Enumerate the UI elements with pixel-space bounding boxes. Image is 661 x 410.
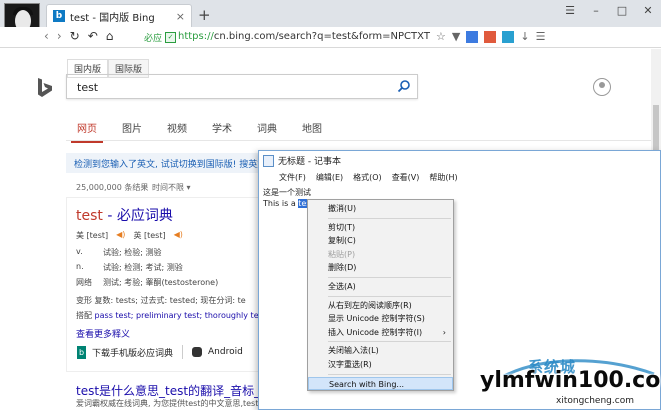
menu-icon[interactable]: ☰: [563, 4, 577, 17]
definition-row: v. 试验; 检验; 测验: [76, 247, 162, 257]
nav-buttons: ‹ › ↻ ↶ ⌂: [44, 29, 113, 43]
maximize-button[interactable]: □: [615, 4, 629, 17]
context-menu-item[interactable]: Search with Bing...: [308, 376, 453, 391]
bing-dictionary-app-icon: b: [77, 345, 86, 359]
home-icon[interactable]: ⌂: [106, 29, 114, 43]
forward-icon[interactable]: ›: [57, 29, 62, 43]
menu-separator: [328, 276, 451, 278]
context-menu-item[interactable]: 插入 Unicode 控制字符(I) ›: [308, 326, 453, 340]
menu-edit[interactable]: 编辑(E): [316, 172, 343, 183]
tab-title: test - 国内版 Bing: [70, 12, 155, 24]
result-count: 25,000,000 条结果: [76, 183, 149, 192]
speaker-icon[interactable]: ◀): [116, 230, 125, 241]
app-download-link[interactable]: 下载手机版必应词典: [92, 346, 173, 359]
scope-divider: [66, 140, 661, 141]
speaker-icon[interactable]: ◀): [174, 230, 183, 241]
scope-videos[interactable]: 视频: [167, 120, 187, 135]
menu-separator: [328, 341, 451, 343]
lock-icon: ✓: [165, 31, 177, 43]
extension-icon[interactable]: [502, 30, 515, 43]
context-menu-item[interactable]: 撤消(U): [308, 202, 453, 216]
more-definitions-link[interactable]: 查看更多释义: [76, 327, 130, 340]
browser-toolbar: ‹ › ↻ ↶ ⌂ 必应 ✓ https://cn.bing.com/searc…: [0, 27, 661, 48]
notepad-title: 无标题 - 记事本: [278, 157, 341, 167]
bing-favicon-icon: b: [53, 10, 65, 22]
scope-nav: 网页 图片 视频 学术 词典 地图: [71, 120, 322, 143]
context-menu-item[interactable]: 删除(D): [308, 261, 453, 275]
definition-row: 网络 测试; 考验; 睾酮(testosterone): [76, 278, 219, 287]
search-query: test: [77, 81, 99, 94]
close-window-button[interactable]: ✕: [641, 4, 655, 17]
reload-icon[interactable]: ↻: [70, 29, 80, 43]
browser-tab[interactable]: b test - 国内版 Bing ×: [46, 4, 192, 27]
time-filter[interactable]: 时间不限 ▾: [152, 182, 191, 193]
undo-icon[interactable]: ↶: [88, 29, 98, 43]
url-text: cn.bing.com/search?q=test&form=NPCTXT: [213, 31, 430, 42]
result-snippet: 爱词霸权威在线词典, 为您提供test的中文意思,test的: [76, 399, 267, 408]
secure-indicator[interactable]: 必应 ✓: [144, 29, 179, 45]
context-menu-item[interactable]: 显示 Unicode 控制字符(S): [308, 312, 453, 326]
menu-separator: [328, 217, 451, 219]
window-controls: ☰ – □ ✕: [563, 4, 655, 17]
scope-dictionary[interactable]: 词典: [257, 120, 277, 135]
menu-separator: [328, 373, 451, 375]
bing-logo-icon[interactable]: [36, 77, 54, 99]
dropdown-icon[interactable]: ▼: [452, 30, 460, 43]
context-menu-item[interactable]: 汉字重选(R): [308, 358, 453, 372]
address-bar[interactable]: https://cn.bing.com/search?q=test&form=N…: [178, 29, 431, 45]
menu-separator: [328, 295, 451, 297]
search-icon[interactable]: [397, 79, 411, 93]
context-menu-item[interactable]: 剪切(T): [308, 221, 453, 235]
minimize-button[interactable]: –: [589, 4, 603, 17]
new-tab-button[interactable]: +: [198, 6, 211, 24]
download-icon[interactable]: ↓: [520, 30, 529, 43]
text-line: 这是一个测试: [263, 188, 311, 197]
context-menu-item[interactable]: 关闭输入法(L): [308, 344, 453, 358]
watermark-subtext: xitongcheng.com: [556, 396, 634, 406]
uk-phonetic: 英 [test]: [133, 231, 166, 240]
phonetics: 美 [test] ◀) 英 [test] ◀): [76, 230, 183, 241]
bookmark-star-icon[interactable]: ☆: [436, 30, 446, 43]
user-icon[interactable]: [593, 78, 611, 96]
menu-icon[interactable]: ☰: [536, 30, 546, 43]
menu-file[interactable]: 文件(F): [279, 172, 306, 183]
phrases-links[interactable]: pass test; preliminary test; thoroughly …: [95, 311, 266, 320]
us-phonetic: 美 [test]: [76, 231, 109, 240]
phrases-row: 搭配 pass test; preliminary test; thorough…: [76, 311, 266, 320]
scope-maps[interactable]: 地图: [302, 120, 322, 135]
toolbar-icons: ☆ ▼ ↓ ☰: [436, 30, 545, 43]
app-download-row: b 下载手机版必应词典 Android: [77, 345, 243, 359]
context-menu-item[interactable]: 从右到左的阅读顺序(R): [308, 299, 453, 313]
notepad-titlebar[interactable]: 无标题 - 记事本: [259, 151, 660, 170]
secure-label: 必应: [144, 33, 163, 44]
android-icon: [192, 347, 203, 357]
context-menu: 撤消(U) 剪切(T) 复制(C) 粘贴(P) 删除(D) 全选(A) 从右到左的阅读顺序(…: [307, 199, 454, 391]
context-menu-item[interactable]: 粘贴(P): [308, 248, 453, 262]
dictionary-title[interactable]: test - 必应词典: [76, 205, 173, 225]
result-title-link[interactable]: test是什么意思_test的翻译_音标_读: [76, 382, 272, 399]
notepad-menubar: 文件(F) 编辑(E) 格式(O) 查看(V) 帮助(H): [259, 170, 660, 184]
scope-academic[interactable]: 学术: [212, 120, 232, 135]
search-input[interactable]: test: [66, 74, 418, 99]
scope-web[interactable]: 网页: [71, 120, 103, 143]
back-icon[interactable]: ‹: [44, 29, 49, 43]
definition-row: n. 试验; 检测; 考试; 测验: [76, 262, 183, 272]
submenu-arrow-icon: ›: [442, 327, 446, 337]
menu-view[interactable]: 查看(V): [392, 172, 420, 183]
word-variants: 变形 复数: tests; 过去式: tested; 现在分词: te: [76, 296, 246, 305]
android-link[interactable]: Android: [208, 347, 243, 357]
context-menu-item[interactable]: 全选(A): [308, 280, 453, 294]
notepad-icon: [263, 154, 274, 167]
watermark-text: ylmfwin100.com: [480, 368, 661, 393]
menu-format[interactable]: 格式(O): [353, 172, 382, 183]
context-menu-item[interactable]: 复制(C): [308, 234, 453, 248]
browser-titlebar: b test - 国内版 Bing × + ☰ – □ ✕: [0, 0, 661, 39]
scope-images[interactable]: 图片: [122, 120, 142, 135]
menu-help[interactable]: 帮助(H): [429, 172, 457, 183]
url-protocol: https://: [178, 31, 214, 42]
extension-icon[interactable]: [466, 30, 479, 43]
tab-close-icon[interactable]: ×: [176, 10, 185, 23]
extension-icon[interactable]: [484, 30, 497, 43]
